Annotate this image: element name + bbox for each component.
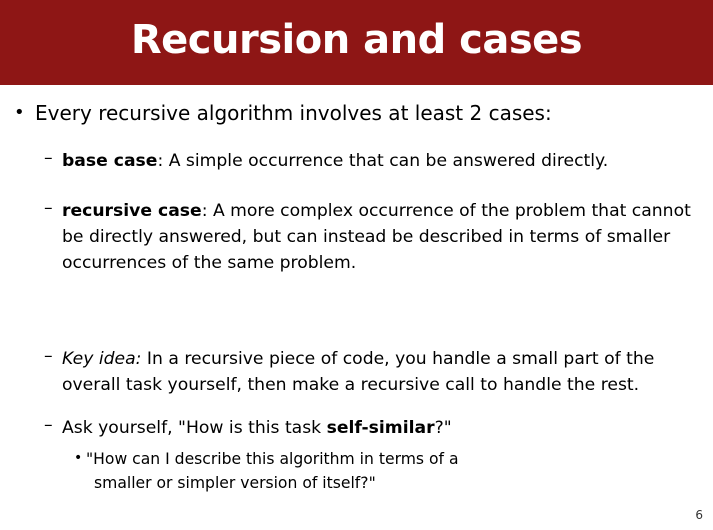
recursive-case-text: recursive case: A more complex occurrenc… bbox=[62, 198, 691, 276]
bullet-dot-icon: • bbox=[14, 102, 25, 123]
key-idea-term: Key idea: bbox=[62, 349, 142, 369]
recursive-case-line2: be directly answered, but can instead be… bbox=[62, 227, 671, 247]
ask-yourself-text: Ask yourself, "How is this task self-sim… bbox=[62, 415, 452, 441]
base-case-text: base case: A simple occurrence that can … bbox=[62, 148, 608, 174]
base-case-term: base case bbox=[62, 151, 158, 171]
self-similar-term: self-similar bbox=[326, 418, 435, 438]
recursive-case-line1: : A more complex occurrence of the probl… bbox=[201, 201, 691, 221]
page-number: 6 bbox=[695, 508, 703, 522]
ask-yourself-prefix: Ask yourself, "How is this task bbox=[62, 418, 327, 438]
dash-icon: – bbox=[44, 415, 53, 435]
base-case-desc: : A simple occurrence that can be answer… bbox=[157, 151, 609, 171]
sub-question-line2: smaller or simpler version of itself?" bbox=[94, 474, 376, 492]
key-idea-line2: overall task yourself, then make a recur… bbox=[62, 375, 640, 395]
bullet-dot-icon: • bbox=[74, 450, 83, 466]
sub-question-text: "How can I describe this algorithm in te… bbox=[86, 447, 459, 495]
recursive-case-line3: occurrences of the same problem. bbox=[62, 253, 357, 273]
slide-title: Recursion and cases bbox=[130, 17, 583, 63]
key-idea-line1: In a recursive piece of code, you handle… bbox=[141, 349, 655, 369]
recursive-case-term: recursive case bbox=[62, 201, 202, 221]
main-bullet-text: Every recursive algorithm involves at le… bbox=[35, 101, 552, 125]
dash-icon: – bbox=[44, 346, 53, 366]
sub-question-line1: "How can I describe this algorithm in te… bbox=[86, 450, 459, 468]
ask-yourself-suffix: ?" bbox=[434, 418, 452, 438]
key-idea-text: Key idea: In a recursive piece of code, … bbox=[62, 346, 654, 398]
dash-icon: – bbox=[44, 198, 53, 218]
dash-icon: – bbox=[44, 148, 53, 168]
